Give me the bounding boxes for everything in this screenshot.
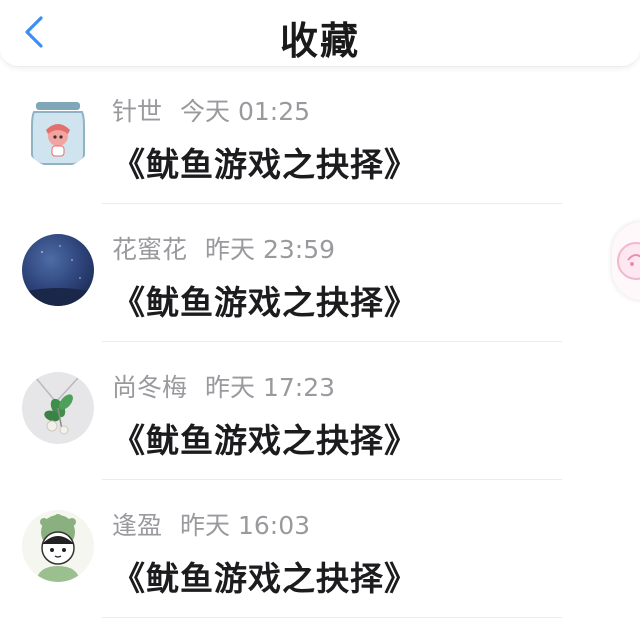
- timestamp: 昨天 17:23: [205, 373, 336, 402]
- avatar[interactable]: [22, 510, 94, 582]
- favorite-item[interactable]: 逢盈 昨天 16:03 《鱿鱼游戏之抉择》: [0, 480, 640, 618]
- user-name: 针世: [112, 97, 163, 126]
- glass-jar-avatar-icon: [22, 96, 94, 168]
- favorite-content: 《鱿鱼游戏之抉择》: [112, 559, 418, 598]
- favorite-item[interactable]: 针世 今天 01:25 《鱿鱼游戏之抉择》: [0, 66, 640, 204]
- favorite-item[interactable]: 花蜜花 昨天 23:59 《鱿鱼游戏之抉择》: [0, 204, 640, 342]
- favorite-content: 《鱿鱼游戏之抉择》: [112, 283, 418, 322]
- night-sky-avatar-icon: [22, 234, 94, 306]
- item-meta: 逢盈 昨天 16:03: [112, 506, 310, 542]
- user-name: 花蜜花: [112, 235, 188, 264]
- timestamp: 昨天 23:59: [205, 235, 336, 264]
- avatar[interactable]: [22, 96, 94, 168]
- avatar[interactable]: [22, 234, 94, 306]
- page-title: 收藏: [279, 19, 360, 63]
- favorite-content: 《鱿鱼游戏之抉择》: [112, 145, 418, 184]
- cartoon-girl-avatar-icon: [22, 510, 94, 582]
- user-name: 逢盈: [112, 511, 163, 540]
- item-meta: 尚冬梅 昨天 17:23: [112, 368, 335, 404]
- favorites-screen: 收藏 针世 今天 01:25 《鱿鱼游戏之抉择》 花蜜花 昨天 23:59 《鱿…: [0, 0, 640, 631]
- item-meta: 针世 今天 01:25: [112, 92, 310, 128]
- timestamp: 今天 01:25: [180, 97, 311, 126]
- favorite-item[interactable]: 尚冬梅 昨天 17:23 《鱿鱼游戏之抉择》: [0, 342, 640, 480]
- favorite-content: 《鱿鱼游戏之抉择》: [112, 421, 418, 460]
- favorites-list: 针世 今天 01:25 《鱿鱼游戏之抉择》 花蜜花 昨天 23:59 《鱿鱼游戏…: [0, 66, 640, 618]
- avatar[interactable]: [22, 372, 94, 444]
- brooch-avatar-icon: [22, 372, 94, 444]
- divider: [102, 617, 562, 618]
- item-meta: 花蜜花 昨天 23:59: [112, 230, 335, 266]
- nav-bar: 收藏: [0, 0, 640, 67]
- timestamp: 昨天 16:03: [180, 511, 311, 540]
- user-name: 尚冬梅: [112, 373, 188, 402]
